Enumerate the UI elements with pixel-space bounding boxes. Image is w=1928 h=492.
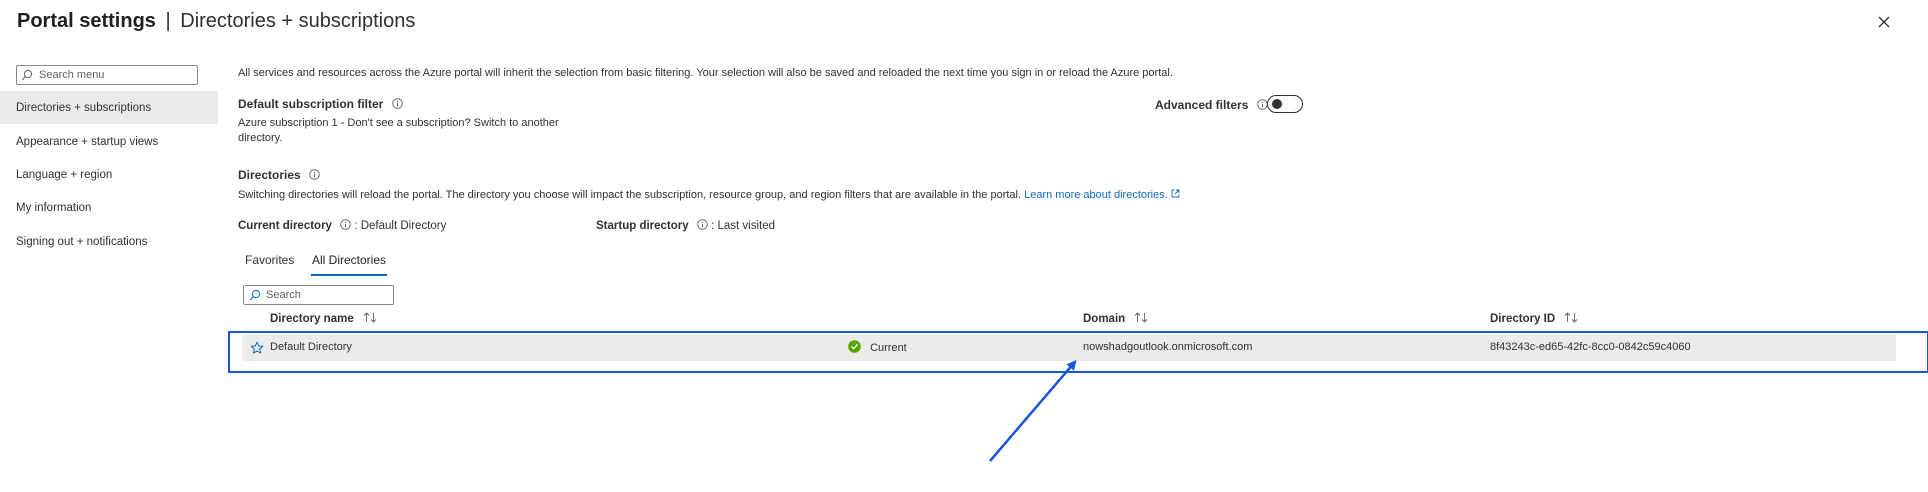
close-button[interactable] [1874,12,1894,32]
current-directory-value: : Default Directory [354,220,447,232]
directories-description-text: Switching directories will reload the po… [238,189,1022,201]
toggle-knob [1272,99,1282,109]
directories-heading: Directories [238,168,320,182]
sort-icon [1565,312,1578,323]
external-link-icon [1171,189,1180,198]
title-separator: | [165,10,171,32]
startup-directory: Startup directory : Last visited [596,219,775,232]
default-filter-value-line1: Azure subscription 1 - Don't see a subsc… [238,117,559,129]
advanced-filters-toggle[interactable] [1267,95,1303,113]
directory-search-input[interactable] [266,289,386,301]
directories-label: Directories [238,168,301,182]
search-icon [249,289,261,301]
default-filter-heading: Default subscription filter [238,97,403,111]
page-title: Portal settings | Directories + subscrip… [17,10,415,33]
sidebar-item-my-information[interactable]: My information [0,191,218,224]
search-icon [21,69,33,81]
advanced-filters-label: Advanced filters [1155,98,1249,112]
info-icon[interactable] [697,219,708,230]
sidebar-item-language[interactable]: Language + region [0,158,218,191]
sidebar-item-directories[interactable]: Directories + subscriptions [0,91,218,124]
startup-directory-label: Startup directory [596,220,689,232]
sidebar-search-input[interactable] [39,69,189,81]
info-icon[interactable] [391,98,403,109]
tab-favorites[interactable]: Favorites [245,253,294,275]
column-header-domain[interactable]: Domain [1083,312,1148,325]
page-subtitle: Directories + subscriptions [180,10,416,32]
column-header-label: Directory name [270,313,354,325]
column-header-directory-name[interactable]: Directory name [270,312,377,325]
directory-search[interactable] [243,285,394,305]
learn-more-link[interactable]: Learn more about directories. [1024,189,1168,201]
info-icon[interactable] [309,169,320,180]
sort-icon [1135,312,1148,323]
sort-icon [363,312,377,323]
directories-description: Switching directories will reload the po… [238,189,1180,201]
annotation-highlight-box [228,331,1928,373]
column-header-label: Directory ID [1490,313,1556,325]
learn-more-text: Learn more about directories. [1024,189,1168,201]
column-header-label: Domain [1083,313,1126,325]
tab-all-directories[interactable]: All Directories [312,253,386,275]
intro-text: All services and resources across the Az… [238,67,1173,79]
active-tab-indicator [311,274,387,276]
column-header-directory-id[interactable]: Directory ID [1490,312,1578,325]
sidebar-item-appearance[interactable]: Appearance + startup views [0,125,218,158]
current-directory: Current directory : Default Directory [238,219,446,232]
page-title-main: Portal settings [17,10,156,32]
default-filter-value-line2: directory. [238,132,283,144]
info-icon[interactable] [340,219,351,230]
sidebar-item-signing-out[interactable]: Signing out + notifications [0,225,218,258]
sidebar-search[interactable] [16,65,198,85]
current-directory-label: Current directory [238,220,332,232]
advanced-filters-heading: Advanced filters [1155,98,1268,112]
default-filter-label: Default subscription filter [238,97,384,111]
close-icon [1878,16,1890,28]
startup-directory-value: : Last visited [711,220,775,232]
